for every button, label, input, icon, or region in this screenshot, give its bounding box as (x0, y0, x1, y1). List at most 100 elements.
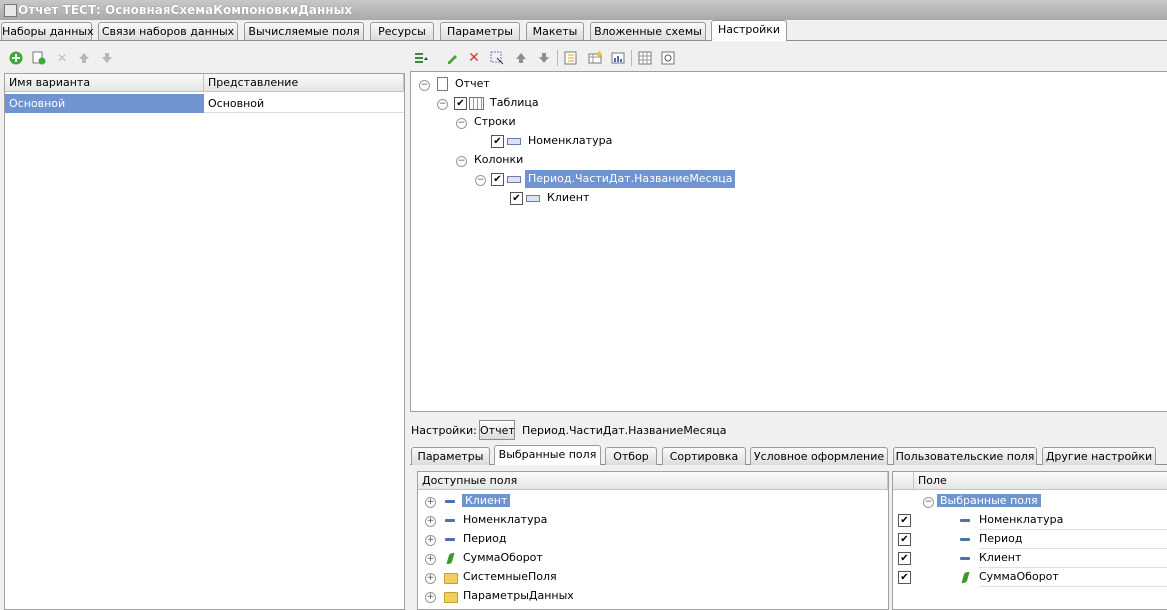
available-fields-header: Доступные поля (418, 472, 888, 490)
selected-fields-header: Поле (914, 472, 1167, 490)
settings-label: Настройки: (411, 424, 477, 437)
toolbar-separator (557, 50, 558, 66)
expand-icon[interactable]: + (425, 516, 436, 527)
subtab-selected-fields[interactable]: Выбранные поля (494, 445, 601, 465)
column-header-representation[interactable]: Представление (204, 74, 404, 92)
tree-node-table[interactable]: Таблица (490, 94, 539, 112)
expand-icon[interactable]: + (425, 573, 436, 584)
add-variant-icon[interactable] (8, 50, 24, 66)
table-icon (469, 97, 484, 110)
selected-field[interactable]: Период (979, 530, 1167, 549)
field-icon (526, 195, 540, 202)
collapse-icon[interactable]: − (923, 497, 934, 508)
resource-icon (961, 572, 970, 583)
expand-icon[interactable]: + (425, 554, 436, 565)
report-icon (437, 77, 448, 91)
collapse-icon[interactable]: − (456, 156, 467, 167)
selected-field-checkbox[interactable]: ✔ (898, 571, 911, 584)
window-icon (4, 4, 17, 17)
selected-field[interactable]: СуммаОборот (979, 568, 1167, 587)
collapse-icon[interactable]: − (419, 80, 430, 91)
delete-icon[interactable]: ✕ (466, 50, 482, 66)
options-icon[interactable] (660, 50, 676, 66)
field-icon (445, 538, 455, 541)
available-field[interactable]: Клиент (462, 492, 511, 510)
collapse-icon[interactable]: − (456, 118, 467, 129)
selected-group-label: Выбранные поля (937, 494, 1041, 507)
expand-icon[interactable]: + (425, 535, 436, 546)
selected-field-checkbox[interactable]: ✔ (898, 533, 911, 546)
variant-name-cell[interactable]: Основной (5, 94, 204, 113)
subtab-filter[interactable]: Отбор (605, 447, 657, 465)
tree-node-rows-field[interactable]: Номенклатура (528, 132, 612, 150)
window-title-bar: Отчет ТЕСТ: ОсновнаяСхемаКомпоновкиДанны… (0, 0, 1167, 20)
tab-parameters[interactable]: Параметры (440, 22, 520, 40)
field-icon (507, 176, 521, 183)
selected-fields-group[interactable]: Выбранные поля (937, 492, 1041, 510)
check-column-header (893, 472, 914, 490)
field-icon (960, 538, 970, 541)
expand-icon[interactable]: + (425, 497, 436, 508)
tab-templates[interactable]: Макеты (526, 22, 584, 40)
tree-node-columns-field[interactable]: Период.ЧастиДат.НазваниеМесяца (525, 170, 736, 188)
copy-variant-icon[interactable] (31, 50, 47, 66)
table-row[interactable]: Основной Основной (5, 94, 404, 113)
tree-node-columns-subfield[interactable]: Клиент (547, 189, 589, 207)
new-chart-icon[interactable] (610, 50, 626, 66)
add-group-icon[interactable] (414, 50, 430, 66)
select-icon[interactable] (489, 50, 505, 66)
move-down-icon[interactable] (99, 50, 115, 66)
tab-nested-schemas[interactable]: Вложенные схемы (590, 22, 706, 40)
new-table-icon[interactable] (587, 50, 603, 66)
columns-field-checkbox[interactable]: ✔ (491, 173, 504, 186)
move-up-icon[interactable] (513, 50, 529, 66)
tab-datasets[interactable]: Наборы данных (1, 22, 94, 40)
delete-variant-icon[interactable]: ✕ (54, 50, 70, 66)
report-settings-button[interactable]: Отчет (479, 420, 515, 440)
field-icon (445, 500, 455, 503)
tree-node-columns[interactable]: Колонки (474, 151, 523, 169)
subfield-checkbox[interactable]: ✔ (510, 192, 523, 205)
folder-icon (444, 592, 458, 603)
move-down-icon[interactable] (536, 50, 552, 66)
current-node-path: Период.ЧастиДат.НазваниеМесяца (522, 424, 727, 437)
settings-tab-bar: Параметры Выбранные поля Отбор Сортировк… (410, 445, 1167, 465)
tab-settings[interactable]: Настройки (711, 20, 787, 41)
available-field[interactable]: СуммаОборот (463, 549, 543, 567)
edit-icon[interactable] (444, 50, 460, 66)
window-title: Отчет ТЕСТ: ОсновнаяСхемаКомпоновкиДанны… (18, 3, 353, 17)
subtab-sorting[interactable]: Сортировка (662, 447, 746, 465)
collapse-icon[interactable]: − (475, 175, 486, 186)
subtab-user-fields[interactable]: Пользовательские поля (893, 447, 1037, 465)
rows-field-checkbox[interactable]: ✔ (491, 135, 504, 148)
field-icon (445, 519, 455, 522)
field-icon (960, 519, 970, 522)
subtab-parameters[interactable]: Параметры (411, 447, 490, 465)
structure-tree: − Отчет − ✔ Таблица − Строки ✔ Номенклат… (410, 71, 1167, 412)
collapse-icon[interactable]: − (437, 99, 448, 110)
tab-resources[interactable]: Ресурсы (370, 22, 434, 40)
selected-field[interactable]: Номенклатура (979, 511, 1167, 530)
group-up-icon[interactable] (563, 50, 579, 66)
move-up-icon[interactable] (76, 50, 92, 66)
selected-field[interactable]: Клиент (979, 549, 1167, 568)
available-field[interactable]: СистемныеПоля (463, 568, 557, 586)
available-field[interactable]: ПараметрыДанных (463, 587, 574, 605)
available-field-label: Клиент (462, 494, 511, 507)
expand-icon[interactable]: + (425, 592, 436, 603)
table-checkbox[interactable]: ✔ (454, 97, 467, 110)
tab-calculated-fields[interactable]: Вычисляемые поля (244, 22, 364, 40)
tree-node-rows[interactable]: Строки (474, 113, 516, 131)
selected-field-checkbox[interactable]: ✔ (898, 514, 911, 527)
selected-field-checkbox[interactable]: ✔ (898, 552, 911, 565)
available-fields-panel: Доступные поля + Клиент + Номенклатура +… (417, 471, 889, 610)
subtab-conditional-format[interactable]: Условное оформление (750, 447, 888, 465)
grid-settings-icon[interactable] (637, 50, 653, 66)
available-field[interactable]: Период (463, 530, 507, 548)
column-header-variant-name[interactable]: Имя варианта (5, 74, 204, 92)
tab-dataset-links[interactable]: Связи наборов данных (98, 22, 238, 40)
subtab-other-settings[interactable]: Другие настройки (1042, 447, 1156, 465)
tree-node-report[interactable]: Отчет (455, 75, 490, 93)
variant-repr-cell[interactable]: Основной (204, 94, 404, 113)
available-field[interactable]: Номенклатура (463, 511, 547, 529)
